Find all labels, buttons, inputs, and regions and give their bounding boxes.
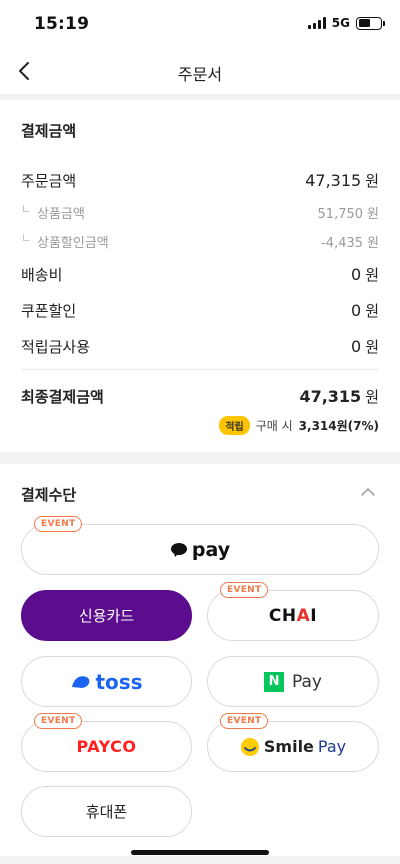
network-type: 5G — [331, 16, 350, 30]
naverpay-button[interactable]: N Pay — [207, 656, 379, 707]
nav-bar: 주문서 — [0, 48, 400, 94]
amount-divider — [21, 369, 379, 370]
battery-icon — [356, 16, 385, 30]
chevron-up-icon[interactable] — [360, 486, 376, 498]
points-used-row: 적립금사용 0원 — [21, 336, 379, 357]
product-amount-label: 상품금액 — [21, 203, 85, 222]
event-badge: EVENT — [220, 713, 269, 729]
event-badge: EVENT — [220, 582, 269, 598]
coupon-value: 0 — [351, 301, 362, 320]
shipping-row: 배송비 0원 — [21, 264, 379, 285]
signal-icon — [307, 17, 326, 29]
product-discount-row: 상품할인금액 -4,435 원 — [21, 232, 379, 251]
kakaopay-label: pay — [191, 538, 231, 561]
points-badge: 적립 — [219, 416, 250, 435]
points-earn-info: 적립 구매 시 3,314원(7%) — [219, 416, 379, 435]
currency-unit: 원 — [367, 207, 379, 222]
section-divider — [0, 452, 400, 464]
smilepay-label-pay: Pay — [317, 737, 347, 756]
chai-label: CH — [268, 605, 297, 626]
toss-button[interactable]: toss — [21, 656, 192, 707]
currency-unit: 원 — [365, 338, 379, 356]
product-discount-label: 상품할인금액 — [21, 232, 109, 251]
shipping-label: 배송비 — [21, 266, 63, 284]
final-amount-row: 최종결제금액 47,315 원 — [21, 386, 379, 407]
naverpay-logo: N Pay — [264, 671, 322, 692]
chai-logo: CHAI — [269, 606, 317, 626]
phone-payment-label: 휴대폰 — [85, 803, 128, 821]
currency-unit: 원 — [365, 172, 379, 190]
kakaopay-button[interactable]: EVENT pay — [21, 516, 379, 575]
final-amount-label: 최종결제금액 — [21, 388, 104, 406]
credit-card-button[interactable]: 신용카드 — [21, 590, 192, 641]
payco-label: PAYCO — [76, 737, 137, 756]
event-badge: EVENT — [34, 516, 83, 532]
coupon-row: 쿠폰할인 0원 — [21, 300, 379, 321]
speech-bubble-icon — [170, 542, 187, 557]
chai-label-end: I — [310, 605, 318, 626]
naverpay-label: Pay — [292, 671, 322, 692]
currency-unit: 원 — [365, 266, 379, 284]
smilepay-label: Smile — [263, 737, 314, 756]
smilepay-logo: Smile Pay — [240, 737, 346, 757]
bottom-band — [0, 856, 400, 864]
payment-amount-title: 결제금액 — [21, 122, 77, 140]
toss-mark-icon — [72, 675, 90, 688]
points-used-value: 0 — [351, 337, 362, 356]
payment-method-title: 결제수단 — [21, 486, 77, 504]
points-earn-text: 구매 시 — [255, 419, 293, 433]
status-time: 15:19 — [34, 14, 90, 34]
product-discount-value: -4,435 — [321, 236, 364, 251]
chai-button[interactable]: EVENT CHAI — [207, 582, 379, 641]
currency-unit: 원 — [365, 302, 379, 320]
phone-payment-button[interactable]: 휴대폰 — [21, 786, 192, 837]
credit-card-label: 신용카드 — [78, 607, 135, 625]
page-title: 주문서 — [177, 65, 223, 84]
smile-face-icon — [240, 737, 259, 756]
naver-n-icon: N — [264, 671, 285, 692]
section-divider — [0, 94, 400, 100]
points-earn-value: 3,314원(7%) — [298, 419, 379, 433]
kakaopay-logo: pay — [170, 539, 230, 561]
product-amount-row: 상품금액 51,750 원 — [21, 203, 379, 222]
status-bar: 15:19 5G — [0, 0, 400, 48]
payco-button[interactable]: EVENT PAYCO — [21, 713, 192, 772]
status-indicators: 5G — [307, 16, 385, 30]
chai-label-accent: A — [296, 605, 311, 626]
toss-logo: toss — [70, 669, 143, 694]
order-amount-label: 주문금액 — [21, 172, 77, 190]
order-amount-value: 47,315 — [305, 171, 362, 190]
final-amount-value: 47,315 — [299, 387, 362, 406]
order-amount-row: 주문금액 47,315 원 — [21, 170, 379, 191]
home-indicator[interactable] — [131, 850, 269, 855]
shipping-value: 0 — [351, 265, 362, 284]
coupon-label: 쿠폰할인 — [21, 302, 77, 320]
currency-unit: 원 — [367, 236, 379, 251]
currency-unit: 원 — [365, 388, 379, 406]
smilepay-button[interactable]: EVENT Smile Pay — [207, 713, 379, 772]
event-badge: EVENT — [34, 713, 83, 729]
points-used-label: 적립금사용 — [21, 338, 91, 356]
product-amount-value: 51,750 — [317, 207, 364, 222]
toss-label: toss — [95, 669, 143, 694]
